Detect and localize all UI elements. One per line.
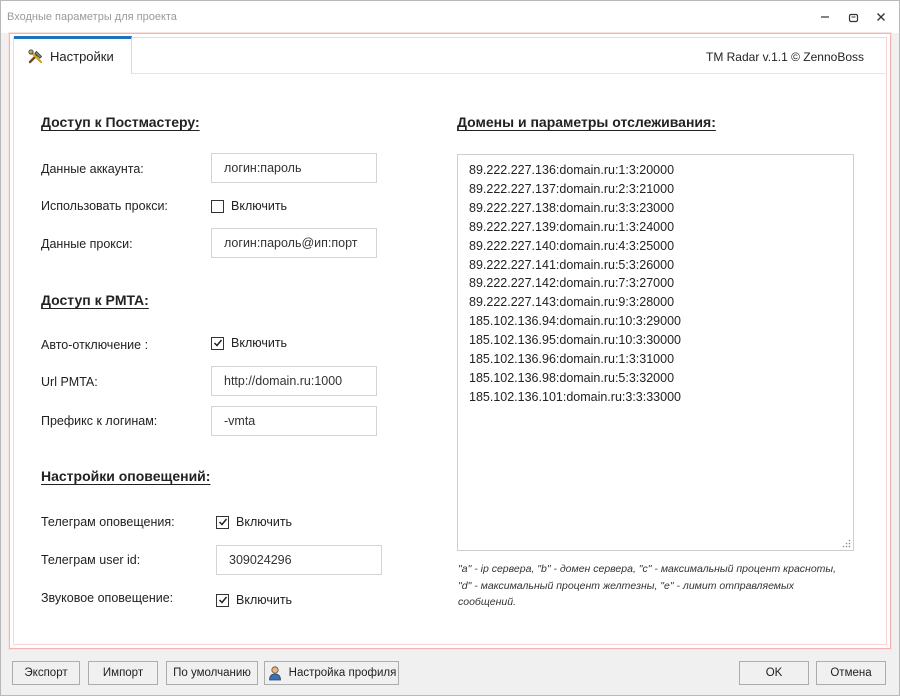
user-id-value: 309024296 xyxy=(229,553,292,567)
auto-off-checkbox-label: Включить xyxy=(231,336,288,350)
url-pmta-field[interactable]: http://domain.ru:1000 xyxy=(211,366,377,396)
notify-section-title: Настройки оповещений: xyxy=(41,468,211,484)
user-id-field[interactable]: 309024296 xyxy=(216,545,382,575)
domain-line: 89.222.227.143:domain.ru:9:3:28000 xyxy=(469,295,675,310)
proxy-value: логин:пароль@ип:порт xyxy=(224,236,358,250)
auto-off-label: Авто-отключение : xyxy=(41,338,149,352)
domains-section-title: Домены и параметры отслеживания: xyxy=(457,114,716,130)
telegram-label: Телеграм оповещения: xyxy=(41,515,175,529)
account-label: Данные аккаунта: xyxy=(41,162,144,176)
user-id-label: Телеграм user id: xyxy=(41,553,141,567)
proxy-field[interactable]: логин:пароль@ип:порт xyxy=(211,228,377,258)
use-proxy-label: Использовать прокси: xyxy=(41,199,168,213)
ok-button-label: OK xyxy=(765,667,783,679)
cancel-button-label: Отмена xyxy=(830,667,872,679)
defaults-button-label: По умолчанию xyxy=(173,667,251,679)
account-value: логин:пароль xyxy=(224,161,302,175)
domain-line: 185.102.136.96:domain.ru:1:3:31000 xyxy=(469,352,675,367)
auto-off-checkbox[interactable]: Включить xyxy=(211,336,287,350)
dialog-window: Входные параметры для проекта Настройки … xyxy=(0,0,900,696)
domain-line: 89.222.227.138:domain.ru:3:3:23000 xyxy=(469,200,675,215)
export-button-label: Экспорт xyxy=(24,667,68,679)
tab-settings[interactable]: Настройки xyxy=(14,36,132,74)
brand-label: TM Radar v.1.1 © ZennoBoss xyxy=(705,50,864,64)
tab-separator xyxy=(132,73,886,74)
account-field[interactable]: логин:пароль xyxy=(211,153,377,183)
telegram-checkbox-label: Включить xyxy=(236,515,293,529)
domain-line: 89.222.227.137:domain.ru:2:3:21000 xyxy=(469,181,675,196)
domain-line: 89.222.227.140:domain.ru:4:3:25000 xyxy=(469,238,675,253)
domains-hint: "a" - ip сервера, "b" - домен сервера, "… xyxy=(458,563,837,608)
auto-off-checkbox-box[interactable] xyxy=(211,336,224,350)
resize-grip-icon[interactable] xyxy=(842,539,851,548)
close-button[interactable] xyxy=(873,9,889,25)
domains-textarea[interactable]: 89.222.227.136:domain.ru:1:3:20000 89.22… xyxy=(457,154,854,551)
proxy-label: Данные прокси: xyxy=(41,237,133,251)
sound-checkbox[interactable]: Включить xyxy=(216,593,292,607)
tools-icon xyxy=(28,48,43,63)
use-proxy-checkbox[interactable]: Включить xyxy=(211,199,287,213)
url-pmta-value: http://domain.ru:1000 xyxy=(224,374,343,388)
checkmark-icon xyxy=(218,596,227,604)
restore-icon xyxy=(848,13,858,22)
domain-line: 89.222.227.142:domain.ru:7:3:27000 xyxy=(469,276,675,291)
domain-line: 89.222.227.141:domain.ru:5:3:26000 xyxy=(469,257,675,272)
minimize-button[interactable] xyxy=(817,9,833,25)
domain-line: 185.102.136.101:domain.ru:3:3:33000 xyxy=(469,389,681,404)
profile-settings-button-label: Настройка профиля xyxy=(288,667,397,679)
domain-line: 89.222.227.136:domain.ru:1:3:20000 xyxy=(469,163,675,177)
telegram-checkbox[interactable]: Включить xyxy=(216,515,292,529)
cancel-button[interactable]: Отмена xyxy=(816,661,886,685)
postmaster-section-title: Доступ к Постмастеру: xyxy=(41,114,200,130)
domain-line: 185.102.136.98:domain.ru:5:3:32000 xyxy=(469,370,675,385)
domain-line: 185.102.136.95:domain.ru:10:3:30000 xyxy=(469,333,681,348)
pmta-section-title: Доступ к PMTA: xyxy=(41,292,149,308)
export-button[interactable]: Экспорт xyxy=(12,661,80,685)
user-profile-icon xyxy=(268,666,281,681)
tab-label: Настройки xyxy=(50,49,114,64)
sound-label: Звуковое оповещение: xyxy=(41,591,174,605)
domain-line: 89.222.227.139:domain.ru:1:3:24000 xyxy=(469,219,675,234)
title-bar[interactable]: Входные параметры для проекта xyxy=(1,1,899,33)
profile-settings-button[interactable]: Настройка профиля xyxy=(264,661,399,685)
domain-line: 185.102.136.94:domain.ru:10:3:29000 xyxy=(469,314,681,329)
import-button[interactable]: Импорт xyxy=(88,661,158,685)
sound-checkbox-box[interactable] xyxy=(216,593,229,607)
telegram-checkbox-box[interactable] xyxy=(216,515,229,529)
url-pmta-label: Url PMTA: xyxy=(41,375,98,389)
minimize-icon xyxy=(821,16,829,18)
settings-panel: Настройки TM Radar v.1.1 © ZennoBoss Дос… xyxy=(9,33,891,649)
prefix-value: -vmta xyxy=(224,414,256,428)
window-title: Входные параметры для проекта xyxy=(7,11,177,23)
sound-checkbox-label: Включить xyxy=(236,593,293,607)
ok-button[interactable]: OK xyxy=(739,661,809,685)
prefix-field[interactable]: -vmta xyxy=(211,406,377,436)
checkmark-icon xyxy=(213,339,222,347)
prefix-label: Префикс к логинам: xyxy=(41,414,158,428)
defaults-button[interactable]: По умолчанию xyxy=(166,661,258,685)
import-button-label: Импорт xyxy=(102,667,144,679)
use-proxy-checkbox-label: Включить xyxy=(231,199,288,213)
checkmark-icon xyxy=(218,518,227,526)
use-proxy-checkbox-box[interactable] xyxy=(211,199,224,213)
close-icon xyxy=(877,13,885,21)
maximize-button[interactable] xyxy=(845,9,861,25)
